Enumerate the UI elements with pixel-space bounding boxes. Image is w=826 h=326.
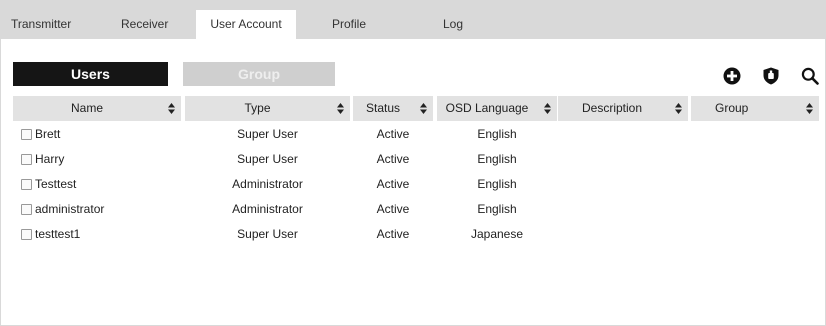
row-checkbox[interactable] [21, 154, 32, 165]
column-header-name[interactable]: Name [13, 96, 181, 121]
user-type: Super User [237, 127, 298, 141]
user-account-panel: Transmitter Receiver User Account Profil… [0, 0, 826, 326]
column-header-status[interactable]: Status [353, 96, 433, 121]
row-checkbox[interactable] [21, 129, 32, 140]
user-type: Administrator [232, 202, 303, 216]
user-status: Active [376, 202, 410, 216]
column-label: OSD Language [445, 101, 529, 115]
user-osd-language: English [477, 152, 517, 166]
column-label: Group [715, 101, 749, 115]
tab-receiver[interactable]: Receiver [121, 10, 168, 39]
user-name: Testtest [35, 177, 77, 191]
column-header-group[interactable]: Group [691, 96, 819, 121]
user-name: Harry [35, 152, 65, 166]
user-osd-language: English [477, 127, 517, 141]
user-status: Active [376, 177, 410, 191]
user-osd-language: Japanese [470, 227, 524, 241]
user-type: Super User [237, 152, 298, 166]
sort-icon [420, 103, 427, 114]
top-tab-bar: Transmitter Receiver User Account Profil… [1, 1, 825, 39]
shield-icon[interactable] [762, 67, 780, 85]
user-status: Active [376, 127, 410, 141]
tab-user-account[interactable]: User Account [196, 10, 296, 39]
sort-icon [675, 103, 682, 114]
tab-transmitter[interactable]: Transmitter [11, 10, 71, 39]
column-header-osd-language[interactable]: OSD Language [437, 96, 557, 121]
user-type: Super User [237, 227, 298, 241]
user-status: Active [376, 152, 410, 166]
tab-profile[interactable]: Profile [332, 10, 366, 39]
sort-icon [544, 103, 551, 114]
user-name: administrator [35, 202, 105, 216]
sort-icon [806, 103, 813, 114]
group-subtab[interactable]: Group [183, 62, 335, 86]
user-name: Brett [35, 127, 61, 141]
column-label: Type [244, 101, 271, 115]
user-osd-language: English [477, 177, 517, 191]
sort-icon [168, 103, 175, 114]
column-header-description[interactable]: Description [558, 96, 688, 121]
column-label: Name [70, 101, 103, 115]
user-osd-language: English [477, 202, 517, 216]
table-row[interactable]: Testtest Administrator Active English [13, 172, 819, 197]
row-checkbox[interactable] [21, 179, 32, 190]
plus-circle-icon[interactable] [723, 67, 741, 85]
search-icon[interactable] [801, 67, 819, 85]
users-subtab[interactable]: Users [13, 62, 168, 86]
user-name: testtest1 [35, 227, 81, 241]
row-checkbox[interactable] [21, 204, 32, 215]
table-row[interactable]: testtest1 Super User Active Japanese [13, 222, 819, 247]
user-type: Administrator [232, 177, 303, 191]
table-row[interactable]: administrator Administrator Active Engli… [13, 197, 819, 222]
table-row[interactable]: Harry Super User Active English [13, 147, 819, 172]
tab-log[interactable]: Log [443, 10, 463, 39]
column-header-type[interactable]: Type [185, 96, 350, 121]
column-label: Status [365, 101, 401, 115]
table-row[interactable]: Brett Super User Active English [13, 122, 819, 147]
column-label: Description [582, 101, 643, 115]
sort-icon [337, 103, 344, 114]
row-checkbox[interactable] [21, 229, 32, 240]
user-status: Active [376, 227, 410, 241]
